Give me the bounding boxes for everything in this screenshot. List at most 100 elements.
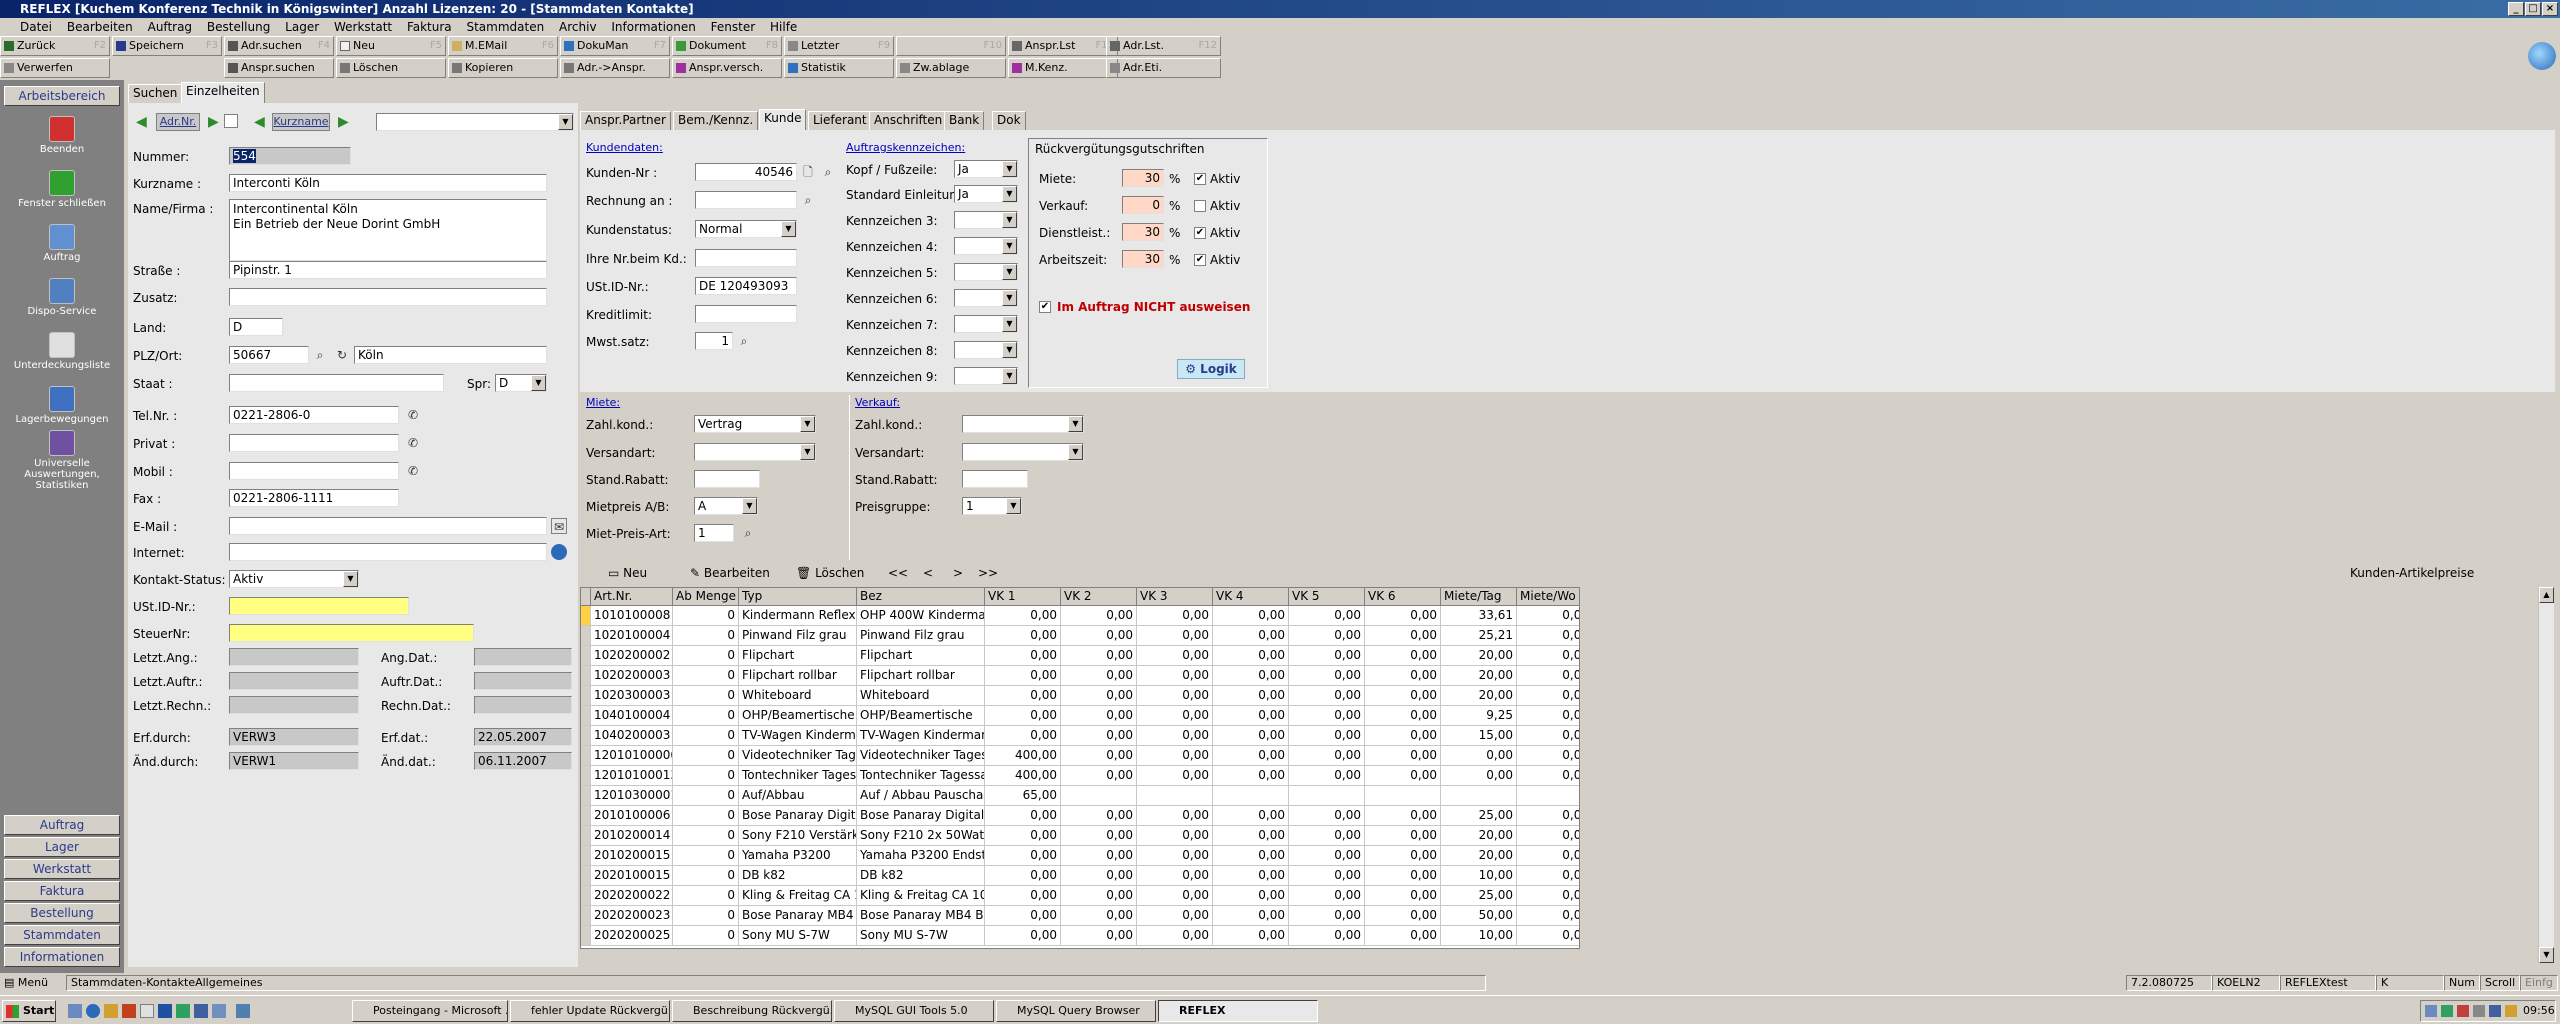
table-cell[interactable]: Videotechniker Tagessatz (739, 746, 857, 766)
nav-item-exit[interactable]: Beenden (0, 116, 124, 155)
table-cell[interactable]: 0,00 (1517, 846, 1579, 866)
table-cell[interactable]: 0,00 (985, 806, 1061, 826)
kurzname-field[interactable]: Interconti Köln (229, 174, 547, 192)
prev-record-button[interactable]: < (923, 566, 933, 580)
quicklaunch-doc-icon[interactable] (140, 1004, 154, 1018)
quicklaunch-tool-icon[interactable] (194, 1004, 208, 1018)
table-cell[interactable]: 0,00 (1061, 686, 1137, 706)
tab-bank[interactable]: Bank (944, 111, 985, 130)
row-selector[interactable] (581, 906, 591, 926)
task-reflex[interactable]: REFLEX (1158, 1000, 1318, 1022)
table-cell[interactable]: 0 (673, 726, 739, 746)
table-cell[interactable]: 0,00 (1517, 706, 1579, 726)
clipboard-button[interactable]: Zw.ablage (896, 58, 1006, 78)
table-cell[interactable]: 0,00 (1213, 926, 1289, 946)
nav-item-close-window[interactable]: Fenster schließen (0, 170, 124, 209)
row-selector[interactable] (581, 606, 591, 626)
tray-icon[interactable] (2425, 1005, 2437, 1017)
table-cell[interactable]: 0,00 (1365, 926, 1441, 946)
table-cell[interactable] (1289, 786, 1365, 806)
send-email-icon[interactable]: ✉ (551, 518, 567, 534)
table-cell[interactable]: 0,00 (1365, 626, 1441, 646)
table-cell[interactable]: Sony MU S-7W (739, 926, 857, 946)
table-cell[interactable]: 12010100013 (591, 766, 673, 786)
table-cell[interactable]: 0,00 (1365, 846, 1441, 866)
document-icon[interactable]: 🗋 (800, 164, 816, 180)
table-cell[interactable]: 0,00 (1517, 806, 1579, 826)
privat-field[interactable] (229, 434, 399, 452)
table-cell[interactable]: 0,00 (1137, 726, 1213, 746)
kunden-nr-field[interactable]: 40546 (695, 163, 797, 181)
table-cell[interactable]: 1020300003 (591, 686, 673, 706)
table-cell[interactable]: 0,00 (1137, 666, 1213, 686)
tray-icon[interactable] (2457, 1005, 2469, 1017)
row-selector[interactable] (581, 866, 591, 886)
table-cell[interactable]: Flipchart (739, 646, 857, 666)
adr-nr-input[interactable] (224, 114, 238, 128)
table-cell[interactable]: Bose Panaray Digital (739, 806, 857, 826)
table-cell[interactable]: 0,00 (1365, 886, 1441, 906)
table-cell[interactable]: Tontechniker Tagessatz (739, 766, 857, 786)
nav-item-reports[interactable]: Universelle Auswertungen, Statistiken (0, 430, 124, 491)
start-button[interactable]: Start (2, 1000, 56, 1022)
task-word-1[interactable]: fehler Update Rückvergü... (510, 1000, 670, 1022)
tel-field[interactable]: 0221-2806-0 (229, 406, 399, 424)
nav-item-stock-movements[interactable]: Lagerbewegungen (0, 386, 124, 425)
land-field[interactable]: D (229, 318, 283, 336)
table-cell[interactable]: 0,00 (1061, 646, 1137, 666)
table-cell[interactable]: 1040200003 (591, 726, 673, 746)
table-cell[interactable]: 0,00 (1365, 766, 1441, 786)
table-cell[interactable]: 0,00 (1213, 866, 1289, 886)
table-cell[interactable]: 0,00 (1137, 926, 1213, 946)
row-selector[interactable] (581, 646, 591, 666)
preisgruppe-select[interactable]: 1 ▼ (962, 497, 1022, 515)
quicklaunch-desktop-icon[interactable] (68, 1004, 82, 1018)
table-cell[interactable]: 0,00 (1061, 706, 1137, 726)
table-cell[interactable]: 0,00 (1213, 806, 1289, 826)
phone-icon[interactable]: ✆ (405, 407, 421, 423)
table-cell[interactable]: 0,00 (1289, 746, 1365, 766)
tab-contacts[interactable]: Anspr.Partner (580, 111, 671, 130)
table-cell[interactable]: 0 (673, 606, 739, 626)
table-cell[interactable]: Videotechniker Tagessatz (857, 746, 985, 766)
email-field[interactable] (229, 517, 547, 535)
minimize-button[interactable]: _ (2508, 2, 2524, 16)
nav-item-dispo-service[interactable]: Dispo-Service (0, 278, 124, 317)
table-cell[interactable]: Yamaha P3200 Endstufe (857, 846, 985, 866)
menu-datei[interactable]: Datei (20, 18, 52, 36)
table-cell[interactable]: 0,00 (1137, 886, 1213, 906)
table-cell[interactable]: 0,00 (1137, 906, 1213, 926)
tab-dok[interactable]: Dok (992, 111, 1026, 130)
table-cell[interactable]: 0,00 (1137, 626, 1213, 646)
row-selector[interactable] (581, 706, 591, 726)
table-cell[interactable]: 0,00 (1137, 826, 1213, 846)
table-cell[interactable]: 0,00 (985, 906, 1061, 926)
table-cell[interactable]: 0,00 (1365, 906, 1441, 926)
table-cell[interactable]: 0,00 (1137, 866, 1213, 886)
miete-versand-select[interactable]: ▼ (694, 443, 816, 461)
table-cell[interactable]: 0,00 (1213, 666, 1289, 686)
address-labels-button[interactable]: Adr.Eti. (1106, 58, 1221, 78)
menu-faktura[interactable]: Faktura (407, 18, 452, 36)
table-cell[interactable]: 0,00 (1365, 686, 1441, 706)
last-button[interactable]: Letzter F9 (784, 36, 894, 56)
table-cell[interactable]: 0,00 (1061, 666, 1137, 686)
table-cell[interactable]: 0,00 (1213, 846, 1289, 866)
table-cell[interactable]: 0,00 (985, 666, 1061, 686)
table-cell[interactable]: 0 (673, 626, 739, 646)
table-cell[interactable]: Flipchart rollbar (739, 666, 857, 686)
table-cell[interactable]: TV-Wagen Kindermann (739, 726, 857, 746)
column-header[interactable]: VK 2 (1061, 588, 1137, 606)
column-header[interactable]: VK 3 (1137, 588, 1213, 606)
table-cell[interactable] (1061, 786, 1137, 806)
row-selector[interactable] (581, 686, 591, 706)
column-header[interactable]: Miete/Wo (1517, 588, 1579, 606)
menu-hilfe[interactable]: Hilfe (770, 18, 797, 36)
column-header[interactable]: VK 5 (1289, 588, 1365, 606)
ust-id-field[interactable] (229, 597, 409, 615)
table-cell[interactable]: Flipchart (857, 646, 985, 666)
statistics-button[interactable]: Statistik (784, 58, 894, 78)
kundendaten-header[interactable]: Kundendaten: (586, 141, 663, 154)
table-cell[interactable]: 20,00 (1441, 646, 1517, 666)
table-cell[interactable]: 0,00 (1289, 766, 1365, 786)
